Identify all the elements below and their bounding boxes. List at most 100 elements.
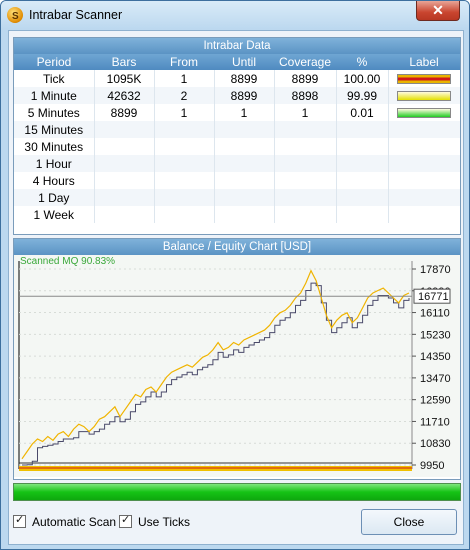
cell-until: 1 [214, 104, 275, 121]
cell-label [388, 70, 460, 87]
cell-pct: 0.01 [336, 104, 389, 121]
cell-coverage [274, 121, 337, 138]
close-window-icon[interactable]: ✕ [416, 1, 460, 21]
chart-canvas: 1787016990161101523014350134701259011710… [18, 261, 451, 472]
cell-bars [94, 121, 155, 138]
cell-label [388, 104, 460, 121]
cell-pct [336, 155, 389, 172]
cell-coverage: 1 [274, 104, 337, 121]
scan-progress-bar [13, 483, 461, 501]
cell-period: 4 Hours [14, 172, 95, 189]
scanned-mq-label: Scanned MQ 90.83% [20, 256, 116, 267]
cell-period: 1 Week [14, 206, 95, 223]
cell-pct [336, 206, 389, 223]
table-row[interactable]: 15 Minutes [14, 121, 460, 138]
table-row[interactable]: 1 Day [14, 189, 460, 206]
label-color-swatch [397, 74, 452, 85]
cell-coverage [274, 138, 337, 155]
chart-heading: Balance / Equity Chart [USD] [14, 239, 460, 255]
cell-bars [94, 155, 155, 172]
cell-from: 1 [154, 70, 215, 87]
cell-bars [94, 138, 155, 155]
cell-coverage [274, 206, 337, 223]
close-button[interactable]: Close [361, 509, 457, 535]
cell-from [154, 138, 215, 155]
cell-from [154, 189, 215, 206]
column-header[interactable]: Period [14, 54, 94, 70]
balance-equity-chart: Scanned MQ 90.83% 1787016990161101523014… [14, 255, 460, 477]
cell-from [154, 121, 215, 138]
cell-until: 8899 [214, 87, 275, 104]
table-row[interactable]: 1 Minute 42632 2 8899 8898 99.99 [14, 87, 460, 104]
cell-bars [94, 172, 155, 189]
cell-from [154, 155, 215, 172]
automatic-scan-check-icon[interactable] [13, 513, 26, 528]
client-area: Intrabar Data Period Bars From Until Coverag… [8, 30, 464, 545]
cell-period: 5 Minutes [14, 104, 95, 121]
table-row[interactable]: Tick 1095K 1 8899 8899 100.00 [14, 70, 460, 87]
svg-text:S: S [12, 11, 19, 22]
cell-bars [94, 206, 155, 223]
cell-pct [336, 172, 389, 189]
intrabar-table: Period Bars From Until Coverage% Label Tick 10… [14, 54, 460, 223]
cell-label [388, 121, 460, 138]
equity-series-line [21, 269, 410, 460]
cell-coverage: 8898 [274, 87, 337, 104]
current-value-label: 16771 [418, 291, 449, 303]
cell-period: Tick [14, 70, 95, 87]
y-tick-label: 11710 [420, 416, 450, 428]
cell-coverage [274, 189, 337, 206]
column-header[interactable]: From [154, 54, 214, 70]
table-row[interactable]: 1 Week [14, 206, 460, 223]
y-tick-label: 10830 [420, 438, 451, 450]
cell-period: 1 Hour [14, 155, 95, 172]
use-ticks-check-icon[interactable] [119, 513, 132, 528]
column-header[interactable]: Coverage [274, 54, 336, 70]
intrabar-data-heading: Intrabar Data [14, 38, 460, 54]
column-header[interactable]: Bars [94, 54, 154, 70]
cell-until [214, 172, 275, 189]
cell-until [214, 206, 275, 223]
use-ticks-checkbox[interactable]: Use Ticks [119, 513, 190, 531]
app-logo-icon: S [7, 7, 23, 23]
cell-pct [336, 189, 389, 206]
cell-label [388, 206, 460, 223]
table-row[interactable]: 4 Hours [14, 172, 460, 189]
cell-period: 30 Minutes [14, 138, 95, 155]
cell-until [214, 189, 275, 206]
y-tick-label: 9950 [420, 460, 444, 472]
balance-series-line [22, 282, 410, 466]
y-tick-label: 17870 [420, 264, 451, 276]
automatic-scan-checkbox[interactable]: Automatic Scan [13, 513, 116, 531]
cell-label [388, 172, 460, 189]
cell-label [388, 138, 460, 155]
table-row[interactable]: 5 Minutes 8899 1 1 1 0.01 [14, 104, 460, 121]
table-header-row: Period Bars From Until Coverage% Label [14, 54, 460, 70]
y-tick-label: 16110 [420, 308, 450, 320]
cell-until [214, 155, 275, 172]
cell-from [154, 206, 215, 223]
cell-pct: 99.99 [336, 87, 389, 104]
cell-period: 15 Minutes [14, 121, 95, 138]
balance-equity-panel: Balance / Equity Chart [USD] Scanned MQ … [13, 238, 461, 480]
cell-until [214, 121, 275, 138]
cell-coverage: 8899 [274, 70, 337, 87]
cell-until [214, 138, 275, 155]
column-header[interactable]: Label [388, 54, 460, 70]
cell-bars [94, 189, 155, 206]
column-header[interactable]: % [336, 54, 388, 70]
title-bar[interactable]: S Intrabar Scanner ✕ [1, 1, 469, 29]
window-title: Intrabar Scanner [29, 8, 123, 22]
cell-pct: 100.00 [336, 70, 389, 87]
column-header[interactable]: Until [214, 54, 274, 70]
cell-from: 2 [154, 87, 215, 104]
cell-from: 1 [154, 104, 215, 121]
y-tick-label: 12590 [420, 395, 451, 407]
table-row[interactable]: 1 Hour [14, 155, 460, 172]
y-tick-label: 13470 [420, 373, 451, 385]
table-row[interactable]: 30 Minutes [14, 138, 460, 155]
cell-coverage [274, 172, 337, 189]
cell-bars: 8899 [94, 104, 155, 121]
label-color-swatch [397, 91, 452, 102]
label-color-swatch [397, 108, 452, 119]
